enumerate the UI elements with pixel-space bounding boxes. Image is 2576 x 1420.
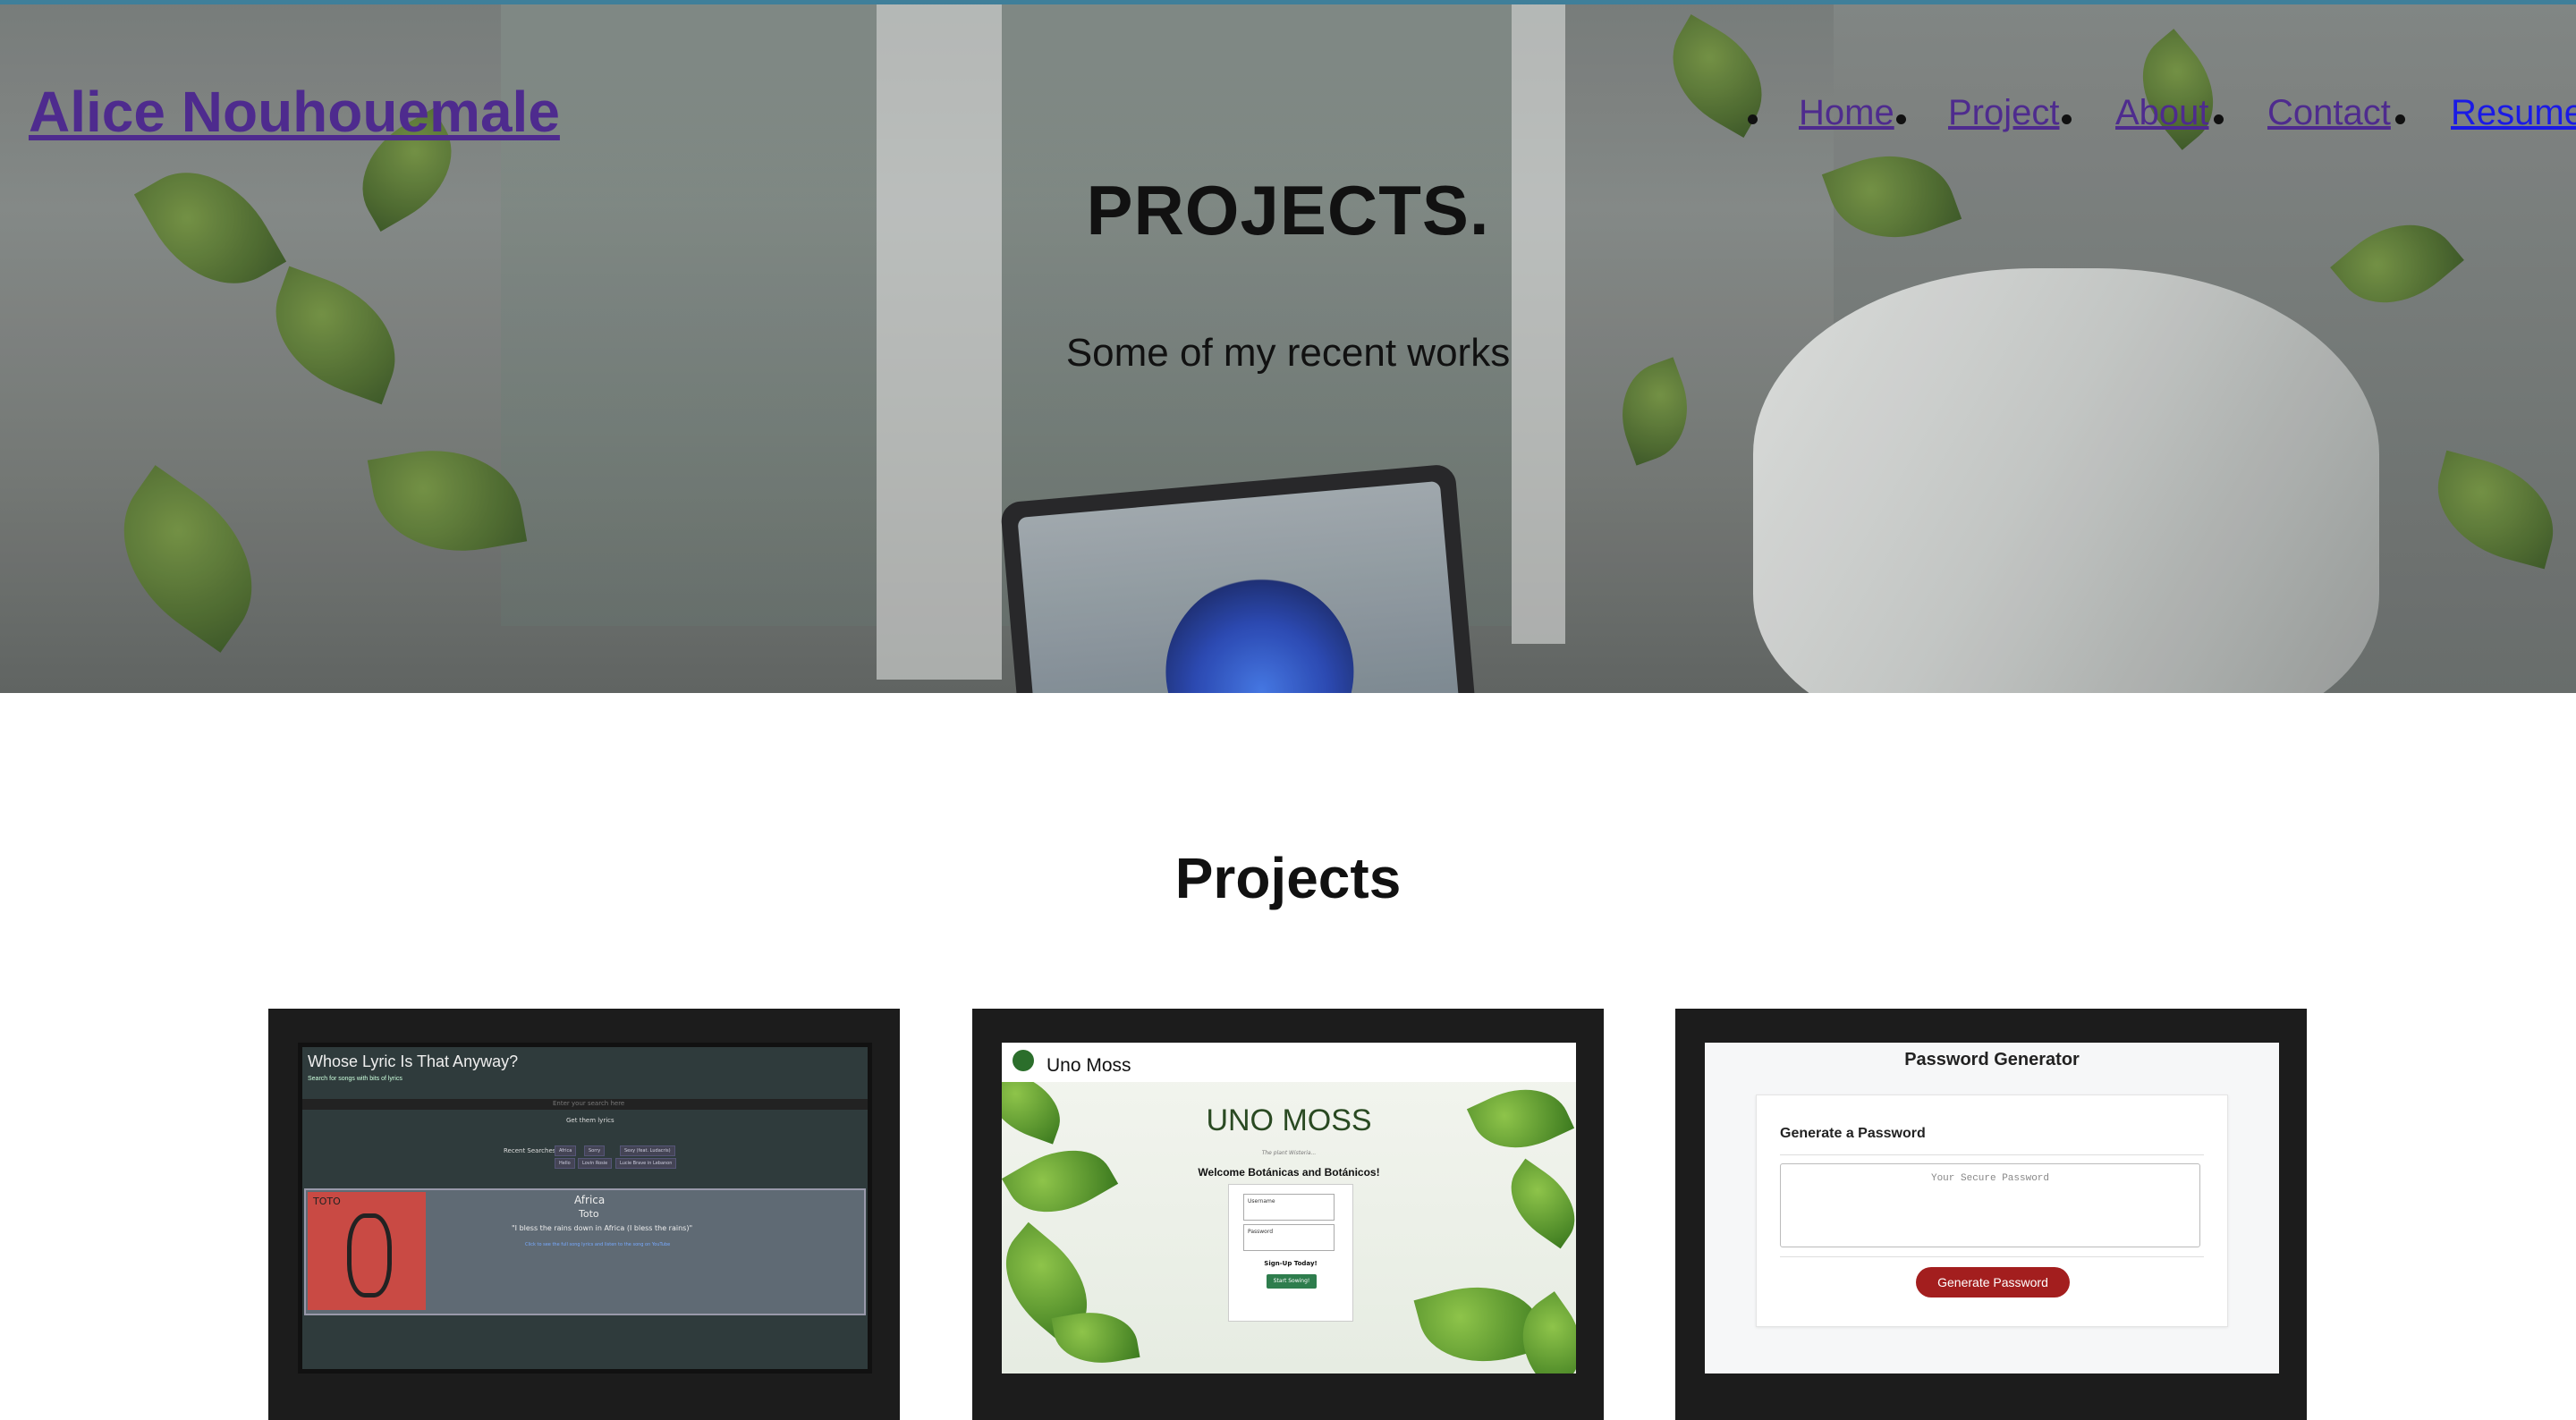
recent-chip: Lucie Brave in Lebanon xyxy=(615,1158,677,1169)
album-cover-image: TOTO xyxy=(308,1192,426,1310)
nav-bullet xyxy=(1896,114,1906,124)
globe-icon xyxy=(1013,1050,1034,1071)
uno-moss-header: Uno Moss xyxy=(1002,1043,1576,1082)
nav-bullet xyxy=(1748,114,1758,124)
hero-subtitle: Some of my recent works xyxy=(1065,331,1511,375)
panel-heading: Generate a Password xyxy=(1780,1126,1926,1141)
uno-moss-login-form: Username Password Sign-Up Today! Start S… xyxy=(1228,1184,1353,1322)
nav-bullet xyxy=(2214,114,2224,124)
nav-home-link[interactable]: Home xyxy=(1799,93,1894,133)
project-screenshot-password-generator: Password Generator Generate a Password Y… xyxy=(1705,1043,2279,1374)
uno-moss-brand: Uno Moss xyxy=(1046,1055,1131,1076)
recent-chip: Sorry xyxy=(584,1145,606,1156)
project-card-lyrics[interactable]: Whose Lyric Is That Anyway? Search for s… xyxy=(268,1009,900,1420)
projects-heading: Projects xyxy=(1174,846,1402,910)
recent-chip: Africa xyxy=(555,1145,577,1156)
nav-bullet xyxy=(2062,114,2072,124)
recent-searches-label: Recent Searches: xyxy=(504,1147,558,1154)
password-panel: Generate a Password Your Secure Password… xyxy=(1756,1095,2228,1327)
generate-password-button: Generate Password xyxy=(1916,1267,2070,1297)
lyrics-app-subtitle: Search for songs with bits of lyrics xyxy=(308,1076,402,1082)
recent-chip: Sexy (feat. Ludacris) xyxy=(620,1145,675,1156)
project-screenshot-uno-moss: Uno Moss UNO MOSS The plant Wisteria... … xyxy=(1002,1043,1576,1374)
project-card-password-generator[interactable]: Password Generator Generate a Password Y… xyxy=(1675,1009,2307,1420)
result-lyric-quote: "I bless the rains down in Africa (I ble… xyxy=(512,1224,693,1232)
result-artist: Toto xyxy=(579,1208,599,1220)
lyrics-app-title: Whose Lyric Is That Anyway? xyxy=(308,1052,519,1070)
nav-about-link[interactable]: About xyxy=(2115,93,2209,133)
project-card-uno-moss[interactable]: Uno Moss UNO MOSS The plant Wisteria... … xyxy=(972,1009,1604,1420)
site-title-link[interactable]: Alice Nouhouemale xyxy=(29,79,560,145)
recent-chip: Hello xyxy=(555,1158,575,1169)
signup-text: Sign-Up Today! xyxy=(1264,1260,1318,1267)
lyrics-search-bar: Enter your search here xyxy=(302,1099,868,1110)
lyrics-search-button: Get them lyrics xyxy=(566,1117,614,1124)
nav-contact-link[interactable]: Contact xyxy=(2267,93,2391,133)
password-field: Password xyxy=(1243,1224,1335,1251)
password-generator-title: Password Generator xyxy=(1904,1050,2080,1069)
lyrics-result-panel: TOTO Africa Toto "I bless the rains down… xyxy=(304,1188,866,1315)
nav-project-link[interactable]: Project xyxy=(1948,93,2060,133)
nav-bullet xyxy=(2395,114,2405,124)
start-sowing-button: Start Sowing! xyxy=(1267,1274,1317,1289)
divider xyxy=(1780,1256,2204,1257)
main-nav: Home Project About Contact Resume xyxy=(1744,93,2576,147)
password-output-field: Your Secure Password xyxy=(1780,1163,2200,1247)
leaf-decoration xyxy=(1002,1129,1119,1233)
top-accent-line xyxy=(0,0,2576,4)
divider xyxy=(1780,1154,2204,1155)
username-field: Username xyxy=(1243,1194,1335,1221)
hero-heading: PROJECTS. xyxy=(1086,171,1490,249)
uno-moss-heading: UNO MOSS xyxy=(1206,1103,1372,1137)
recent-chip: Lovin Rosie xyxy=(578,1158,613,1169)
nav-resume-link[interactable]: Resume xyxy=(2451,93,2576,133)
uno-moss-tagline: The plant Wisteria... xyxy=(1261,1150,1317,1156)
result-song-title: Africa xyxy=(574,1194,606,1206)
project-screenshot-lyrics: Whose Lyric Is That Anyway? Search for s… xyxy=(298,1043,872,1374)
uno-moss-welcome: Welcome Botánicas and Botánicos! xyxy=(1198,1166,1380,1179)
result-link: Click to see the full song lyrics and li… xyxy=(525,1242,671,1247)
